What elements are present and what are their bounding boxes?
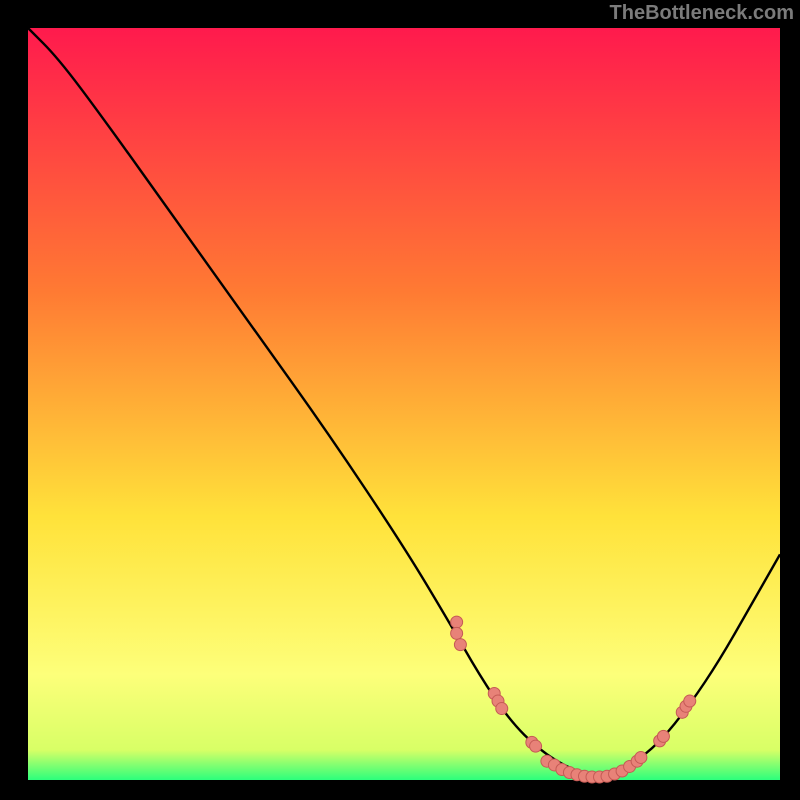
bottleneck-chart (0, 0, 800, 800)
chart-container: TheBottleneck.com (0, 0, 800, 800)
data-point (496, 703, 508, 715)
data-point (451, 616, 463, 628)
data-point (454, 639, 466, 651)
data-point (451, 627, 463, 639)
data-point (530, 740, 542, 752)
gradient-background (28, 28, 780, 780)
data-point (657, 730, 669, 742)
data-point (635, 751, 647, 763)
watermark-text: TheBottleneck.com (610, 2, 794, 25)
data-point (684, 695, 696, 707)
